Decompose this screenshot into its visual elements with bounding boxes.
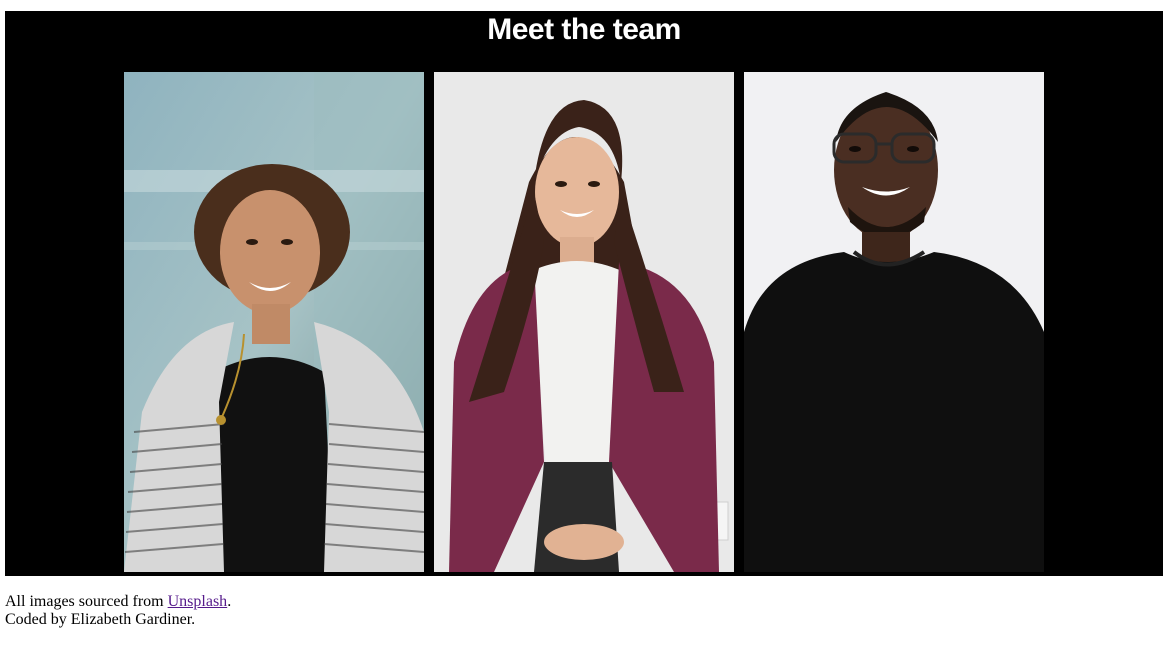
image-credits: All images sourced from Unsplash. Coded … bbox=[5, 593, 231, 629]
coded-by-text: Coded by Elizabeth Gardiner. bbox=[5, 611, 196, 628]
credits-line: All images sourced from Unsplash. bbox=[5, 593, 231, 611]
unsplash-link[interactable]: Unsplash bbox=[168, 593, 228, 610]
team-photo-curly-hair-woman bbox=[124, 72, 424, 572]
team-section: Meet the team bbox=[5, 11, 1163, 576]
credits-prefix: All images sourced from bbox=[5, 593, 168, 610]
team-photo-row bbox=[124, 72, 1044, 572]
team-photo-man-with-glasses bbox=[744, 72, 1044, 572]
page-title: Meet the team bbox=[487, 13, 681, 46]
credits-suffix: . bbox=[227, 593, 232, 610]
team-photo-long-hair-woman bbox=[434, 72, 734, 572]
